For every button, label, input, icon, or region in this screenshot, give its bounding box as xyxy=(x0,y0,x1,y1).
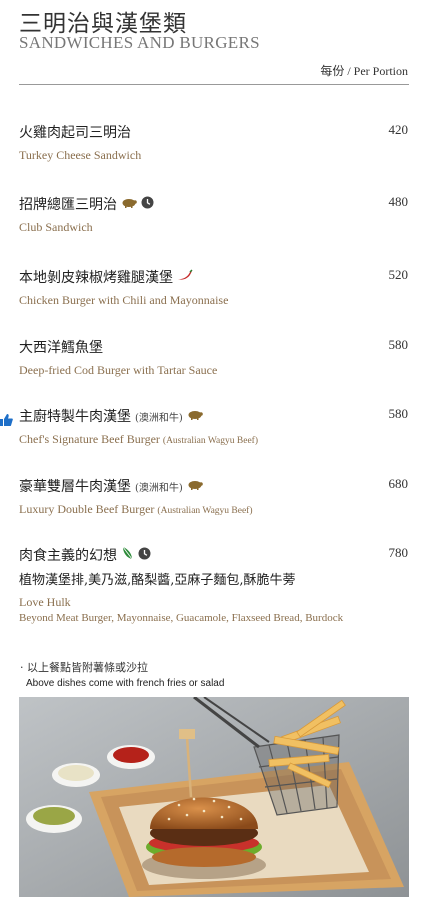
item-price: 580 xyxy=(388,406,409,421)
item-price: 480 xyxy=(388,194,409,209)
item-name-en: Luxury Double Beef Burger xyxy=(19,502,155,516)
item-origin-zh: (澳洲和牛) xyxy=(135,482,183,494)
per-portion-label: 每份 / Per Portion xyxy=(320,64,408,78)
menu-item: 豪華雙層牛肉漢堡 (澳洲和牛) Luxury Double Beef Burge… xyxy=(19,476,408,517)
cow-icon xyxy=(187,478,203,494)
clock-icon xyxy=(138,547,151,564)
item-name-en: Club Sandwich xyxy=(19,220,93,234)
item-name-zh: 肉食主義的幻想 xyxy=(19,548,117,564)
item-name-en: Turkey Cheese Sandwich xyxy=(19,148,142,162)
item-price: 420 xyxy=(388,122,409,137)
item-origin-zh: (澳洲和牛) xyxy=(135,412,183,424)
item-name-zh: 主廚特製牛肉漢堡 xyxy=(19,409,131,425)
item-name-en: Love Hulk xyxy=(19,595,71,609)
menu-item: 大西洋鱈魚堡 Deep-fried Cod Burger with Tartar… xyxy=(19,337,408,378)
pig-icon xyxy=(121,196,137,212)
item-price: 780 xyxy=(388,545,409,560)
header-divider xyxy=(19,84,409,85)
leaf-icon xyxy=(121,546,134,564)
menu-item: 肉食主義的幻想 植物漢堡排,美乃滋,酪梨醬,亞麻子麵包,酥脆牛蒡 Love Hu… xyxy=(19,545,408,624)
item-price: 520 xyxy=(388,267,409,282)
side-note: · 以上餐點皆附薯條或沙拉 Above dishes come with fre… xyxy=(20,661,225,689)
menu-item: 招牌總匯三明治 Club Sandwich 480 xyxy=(19,194,408,235)
burger-photo xyxy=(19,697,409,897)
item-name-en: Deep-fried Cod Burger with Tartar Sauce xyxy=(19,363,218,377)
menu-item: 火雞肉起司三明治 Turkey Cheese Sandwich 420 xyxy=(19,122,408,163)
item-name-zh: 本地剝皮辣椒烤雞腿漢堡 xyxy=(19,270,173,286)
item-name-zh: 大西洋鱈魚堡 xyxy=(19,340,103,356)
item-name-en: Chicken Burger with Chili and Mayonnaise xyxy=(19,293,229,307)
item-price: 680 xyxy=(388,476,409,491)
item-desc-en: Beyond Meat Burger, Mayonnaise, Guacamol… xyxy=(19,612,344,624)
clock-icon xyxy=(141,196,154,213)
item-name-en: Chef's Signature Beef Burger xyxy=(19,432,160,446)
cow-icon xyxy=(187,408,203,424)
chili-icon xyxy=(177,269,193,285)
item-price: 580 xyxy=(388,337,409,352)
thumbs-up-icon xyxy=(0,411,13,430)
item-name-zh: 招牌總匯三明治 xyxy=(19,197,117,213)
menu-item: 本地剝皮辣椒烤雞腿漢堡 Chicken Burger with Chili an… xyxy=(19,267,408,308)
side-note-en: Above dishes come with french fries or s… xyxy=(26,678,225,689)
item-origin-en: (Australian Wagyu Beef) xyxy=(162,436,258,446)
item-origin-en: (Australian Wagyu Beef) xyxy=(157,506,253,516)
menu-item: 主廚特製牛肉漢堡 (澳洲和牛) Chef's Signature Beef Bu… xyxy=(19,406,408,447)
item-desc-zh: 植物漢堡排,美乃滋,酪梨醬,亞麻子麵包,酥脆牛蒡 xyxy=(19,573,296,588)
item-name-zh: 豪華雙層牛肉漢堡 xyxy=(19,479,131,495)
item-name-zh: 火雞肉起司三明治 xyxy=(19,125,131,141)
side-note-zh: 以上餐點皆附薯條或沙拉 xyxy=(27,661,148,674)
page-title-en: SANDWICHES AND BURGERS xyxy=(19,33,260,52)
